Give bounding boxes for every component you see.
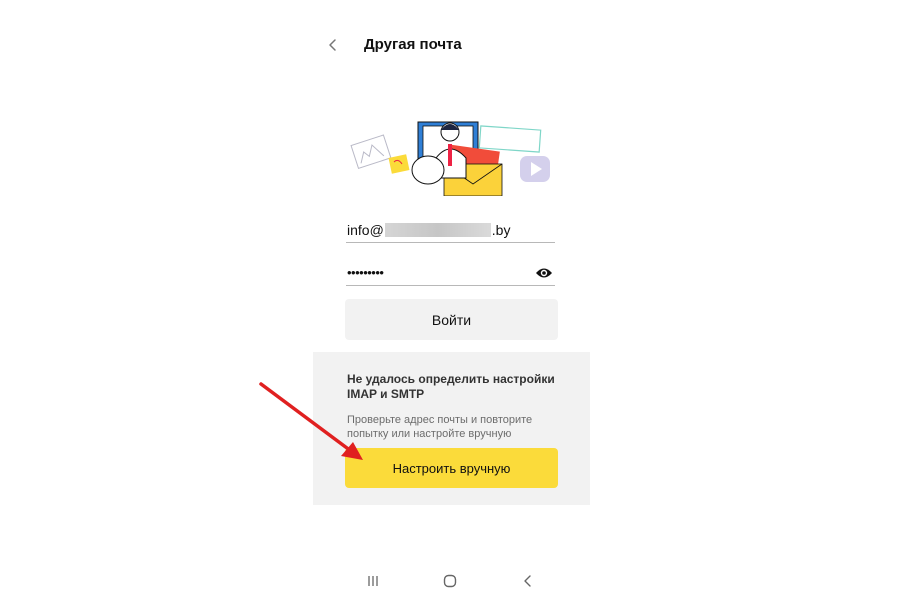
manual-setup-button[interactable]: Настроить вручную: [345, 448, 558, 488]
recents-icon: [368, 576, 378, 586]
email-field[interactable]: info@ .by: [346, 220, 555, 243]
system-back-button[interactable]: [522, 574, 534, 588]
eye-icon: [536, 268, 552, 278]
error-description: Проверьте адрес почты и повторите попытк…: [347, 414, 533, 440]
mail-illustration: [348, 118, 554, 197]
chevron-left-icon: [329, 39, 336, 51]
email-suffix: .by: [491, 222, 511, 238]
login-button[interactable]: Войти: [345, 299, 558, 340]
back-button[interactable]: [322, 34, 344, 56]
email-value: info@ .by: [347, 222, 510, 238]
annotation-arrow: [255, 378, 375, 468]
password-field[interactable]: •••••••••: [346, 263, 555, 286]
error-title: Не удалось определить настройки IMAP и S…: [347, 372, 555, 401]
toggle-password-visibility-button[interactable]: [535, 266, 553, 280]
home-icon: [443, 574, 457, 588]
email-prefix: info@: [347, 222, 384, 238]
home-button[interactable]: [443, 574, 457, 588]
page-title: Другая почта: [364, 36, 462, 53]
back-icon: [524, 575, 531, 587]
recents-button[interactable]: [366, 574, 380, 588]
password-value: •••••••••: [347, 265, 384, 280]
email-redacted-blur: [384, 223, 491, 237]
